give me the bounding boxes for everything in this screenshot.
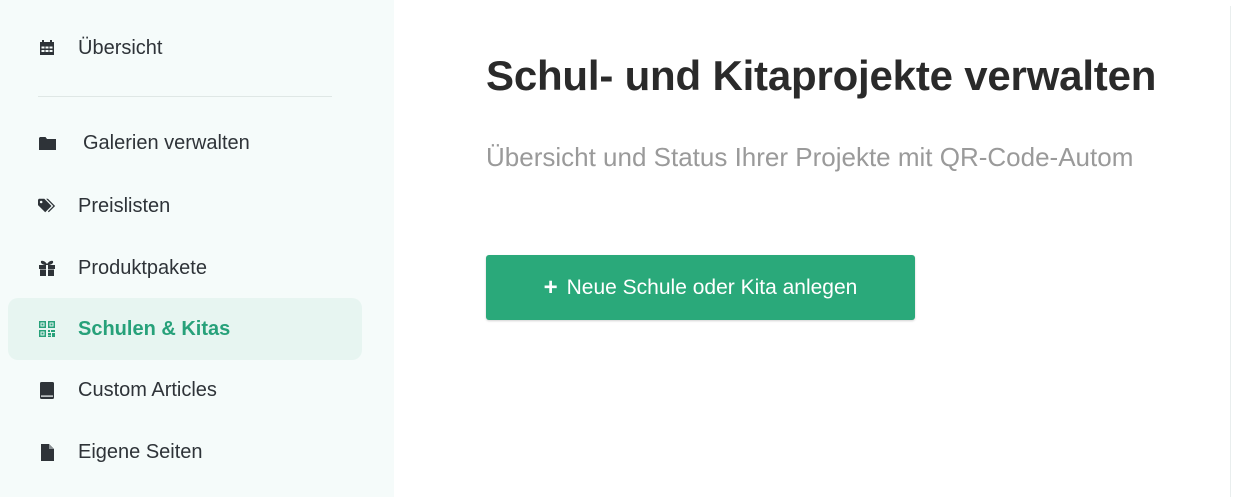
sidebar-item-schulen-kitas[interactable]: Schulen & Kitas xyxy=(8,298,362,360)
sidebar-item-label: Custom Articles xyxy=(78,378,217,401)
sidebar-item-label: Eigene Seiten xyxy=(78,440,203,463)
page-title: Schul- und Kitaprojekte verwalten xyxy=(486,52,1157,99)
add-button-label: Neue Schule oder Kita anlegen xyxy=(566,275,858,299)
sidebar-item-uebersicht[interactable]: Übersicht xyxy=(8,17,362,79)
calendar-icon xyxy=(38,39,56,57)
add-school-kita-button[interactable]: + Neue Schule oder Kita anlegen xyxy=(486,255,915,320)
sidebar-item-label: Galerien verwalten xyxy=(83,131,250,154)
folder-icon xyxy=(38,134,56,152)
sidebar-item-preislisten[interactable]: Preislisten xyxy=(8,175,362,237)
sidebar: Übersicht Galerien verwalten Preislisten xyxy=(0,0,394,497)
qrcode-icon xyxy=(38,320,56,338)
sidebar-item-eigene-seiten[interactable]: Eigene Seiten xyxy=(8,421,362,483)
sidebar-item-label: Übersicht xyxy=(78,36,163,59)
content-right-border xyxy=(1230,6,1231,497)
plus-icon: + xyxy=(543,273,558,301)
sidebar-item-custom-articles[interactable]: Custom Articles xyxy=(8,359,362,421)
book-icon xyxy=(38,381,56,399)
main-content: Schul- und Kitaprojekte verwalten Übersi… xyxy=(394,0,1230,497)
file-icon xyxy=(38,443,56,461)
sidebar-item-label: Schulen & Kitas xyxy=(78,317,231,340)
sidebar-item-produktpakete[interactable]: Produktpakete xyxy=(8,237,362,299)
sidebar-item-label: Produktpakete xyxy=(78,256,207,279)
gift-icon xyxy=(38,259,56,277)
sidebar-divider xyxy=(38,96,332,97)
sidebar-item-label: Preislisten xyxy=(78,194,171,217)
page-subtitle: Übersicht und Status Ihrer Projekte mit … xyxy=(486,142,1134,172)
sidebar-item-galerien[interactable]: Galerien verwalten xyxy=(8,112,362,174)
tags-icon xyxy=(38,197,56,215)
